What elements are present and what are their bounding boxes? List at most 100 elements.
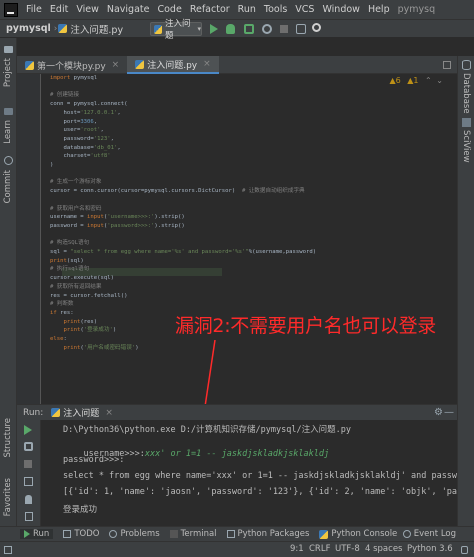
code-line: # 创建链接 xyxy=(50,92,80,99)
python-interpreter[interactable]: Python 3.6 xyxy=(407,544,453,554)
chevron-down-icon[interactable]: ⌄ xyxy=(436,76,443,85)
menu-tools[interactable]: Tools xyxy=(260,0,291,20)
rerun-icon[interactable] xyxy=(24,425,32,435)
run-icon[interactable] xyxy=(210,24,218,34)
line-separator[interactable]: CRLF xyxy=(309,544,330,554)
menu-run[interactable]: Run xyxy=(234,0,260,20)
gear-icon[interactable]: ⚙ xyxy=(434,407,443,418)
terminal-tool-label: Terminal xyxy=(180,529,217,539)
run-tool-button[interactable]: Run xyxy=(20,529,54,539)
python-file-icon xyxy=(135,59,145,69)
menu-edit[interactable]: Edit xyxy=(46,0,72,20)
event-log-tool-button[interactable]: Event Log xyxy=(402,529,456,539)
indent-setting[interactable]: 4 spaces xyxy=(365,544,402,554)
todo-tool-button[interactable]: TODO xyxy=(63,529,99,539)
tab-first-module[interactable]: 第一个模块py.py × xyxy=(17,56,127,74)
code-line: username = input('username>>>:').strip() xyxy=(50,214,185,221)
coverage-icon[interactable] xyxy=(244,24,254,34)
run-console[interactable]: D:\Python36\python.exe D:/计算机知识存储/pymysq… xyxy=(42,420,457,526)
vcs-icon[interactable] xyxy=(296,24,306,34)
chevron-up-icon[interactable]: ⌃ xyxy=(425,76,432,85)
menu-navigate[interactable]: Navigate xyxy=(103,0,154,20)
status-window-icon xyxy=(4,546,12,554)
python-file-icon xyxy=(58,24,68,33)
code-line: # 执行sql语句 xyxy=(50,266,90,273)
vulnerability-annotation: 漏洞2:不需要用户名也可以登录 xyxy=(175,315,436,337)
packages-tool-label: Python Packages xyxy=(237,529,310,539)
console-sql-echo: select * from egg where name='xxx' or 1=… xyxy=(63,471,457,481)
file-encoding[interactable]: UTF-8 xyxy=(335,544,360,554)
python-console-tool-label: Python Console xyxy=(331,529,398,539)
tab-injection[interactable]: 注入问题.py × xyxy=(127,56,219,74)
status-bar: 9:1 CRLF UTF-8 4 spaces Python 3.6 xyxy=(0,541,474,557)
caret-position[interactable]: 9:1 xyxy=(290,544,304,554)
lock-icon[interactable] xyxy=(461,546,468,554)
code-line: print('登录成功') xyxy=(63,327,117,334)
run-config-dropdown[interactable]: 注入问题 ▾ xyxy=(150,19,202,41)
code-line: if res: xyxy=(50,309,74,316)
database-tool-tab[interactable]: Database xyxy=(461,73,471,114)
right-tool-strip: Database SciView xyxy=(457,56,474,538)
tab-label: 第一个模块py.py xyxy=(37,61,106,72)
breadcrumb-file[interactable]: 注入问题.py xyxy=(70,22,125,36)
pin-icon[interactable] xyxy=(25,495,32,504)
line-number-gutter[interactable] xyxy=(17,74,41,404)
stop-icon[interactable] xyxy=(280,25,288,33)
packages-tool-button[interactable]: Python Packages xyxy=(226,529,310,539)
code-line: password = input('password>>>:').strip() xyxy=(50,222,185,229)
close-icon[interactable]: × xyxy=(105,408,113,418)
event-log-tool-label: Event Log xyxy=(413,529,456,539)
console-command: D:\Python36\python.exe D:/计算机知识存储/pymysq… xyxy=(63,425,351,435)
wrench-icon[interactable] xyxy=(24,442,33,451)
inspection-widget[interactable]: ▲6 ▲1 ⌃ ⌄ xyxy=(389,76,443,85)
terminal-tool-button[interactable]: Terminal xyxy=(169,529,217,539)
code-editor[interactable]: ▲6 ▲1 ⌃ ⌄ import pymysql # 创建链接 conn = pym… xyxy=(17,74,457,404)
problems-icon xyxy=(109,530,118,538)
code-line: else: xyxy=(50,336,67,342)
run-config-label: 注入问题 xyxy=(165,19,191,41)
menu-window[interactable]: Window xyxy=(318,0,363,20)
weak-warning-count: ▲1 xyxy=(407,76,419,85)
run-tab-injection[interactable]: 注入问题 × xyxy=(51,406,113,419)
code-line: import pymysql xyxy=(50,75,98,81)
learn-tool-tab[interactable]: Learn xyxy=(3,120,13,144)
menu-view[interactable]: View xyxy=(72,0,103,20)
menu-help[interactable]: Help xyxy=(364,0,394,20)
run-panel-header: Run: 注入问题 × ⚙ — xyxy=(17,404,457,420)
menu-file[interactable]: File xyxy=(22,0,46,20)
minimize-icon[interactable]: — xyxy=(444,407,454,418)
close-icon[interactable]: × xyxy=(203,59,211,69)
menu-vcs[interactable]: VCS xyxy=(291,0,318,20)
close-icon[interactable]: × xyxy=(112,60,120,70)
pycharm-logo-icon xyxy=(4,2,18,17)
trash-icon[interactable] xyxy=(25,512,33,521)
code-line: password='123', xyxy=(50,135,114,142)
terminal-icon xyxy=(169,530,178,538)
commit-tool-tab[interactable]: Commit xyxy=(3,170,13,203)
favorites-tool-tab[interactable]: Favorites xyxy=(3,478,13,516)
project-tool-tab[interactable]: Project xyxy=(3,58,13,87)
console-result: [{'id': 1, 'name': 'jaosn', 'password': … xyxy=(63,487,457,497)
code-line: # 判断数 xyxy=(50,301,74,308)
commit-icon xyxy=(4,156,13,165)
code-line: port=3306, xyxy=(50,118,98,125)
structure-tool-tab[interactable]: Structure xyxy=(3,418,13,458)
menu-bar: File Edit View Navigate Code Refactor Ru… xyxy=(0,0,474,20)
code-line: database='db_01', xyxy=(50,144,121,151)
breadcrumb-project[interactable]: pymysql xyxy=(0,23,53,34)
code-line: # 构造SQL语句 xyxy=(50,240,90,247)
sciview-tool-tab[interactable]: SciView xyxy=(461,130,471,163)
layout-icon[interactable] xyxy=(24,477,33,486)
search-icon[interactable] xyxy=(312,23,321,32)
tab-bar-menu-icon[interactable] xyxy=(443,61,451,69)
stop-icon[interactable] xyxy=(24,460,32,468)
code-line: ) xyxy=(50,162,54,168)
code-line: user='root', xyxy=(50,127,104,134)
todo-tool-label: TODO xyxy=(74,529,100,539)
debug-icon[interactable] xyxy=(226,24,235,34)
python-console-tool-button[interactable]: Python Console xyxy=(319,529,397,539)
problems-tool-button[interactable]: Problems xyxy=(109,529,160,539)
profile-icon[interactable] xyxy=(262,24,272,34)
python-file-icon xyxy=(51,408,61,417)
console-login-success: 登录成功 xyxy=(63,505,98,515)
